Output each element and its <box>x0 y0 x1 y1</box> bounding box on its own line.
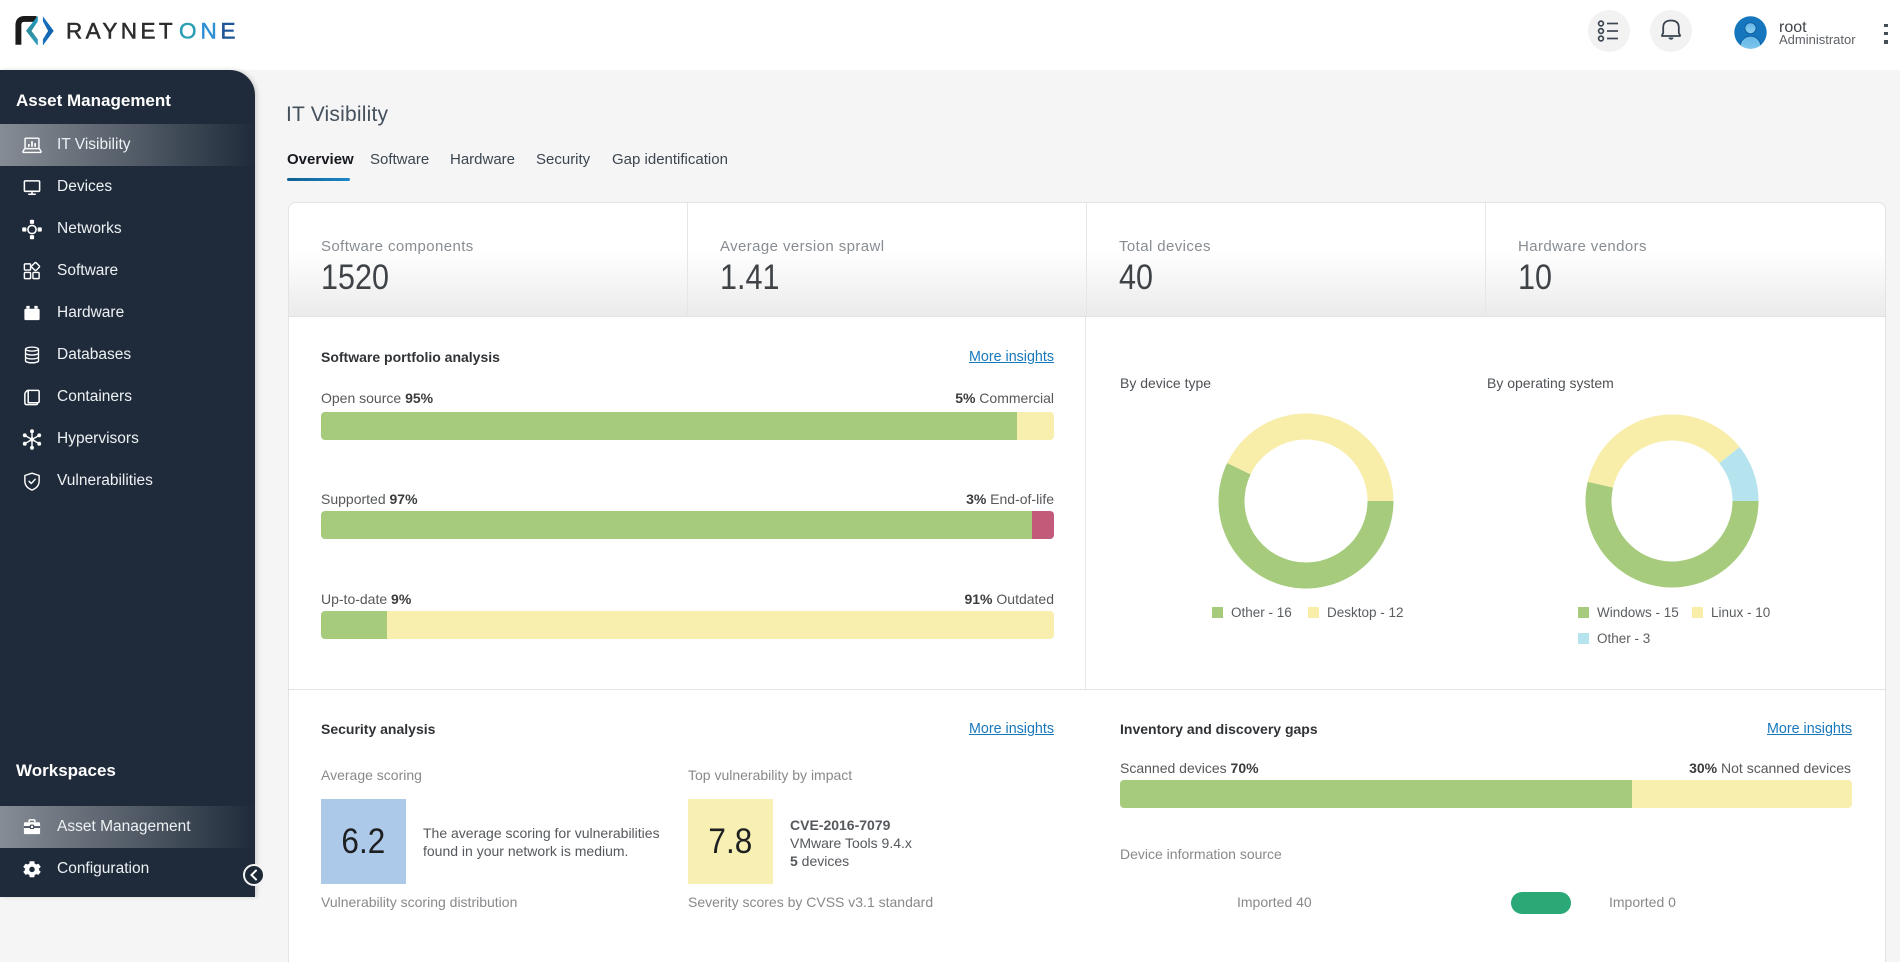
svg-text:RAYNET: RAYNET <box>66 19 176 44</box>
svg-text:O: O <box>179 19 197 44</box>
svg-text:E: E <box>221 19 236 44</box>
svg-text:N: N <box>201 19 217 44</box>
